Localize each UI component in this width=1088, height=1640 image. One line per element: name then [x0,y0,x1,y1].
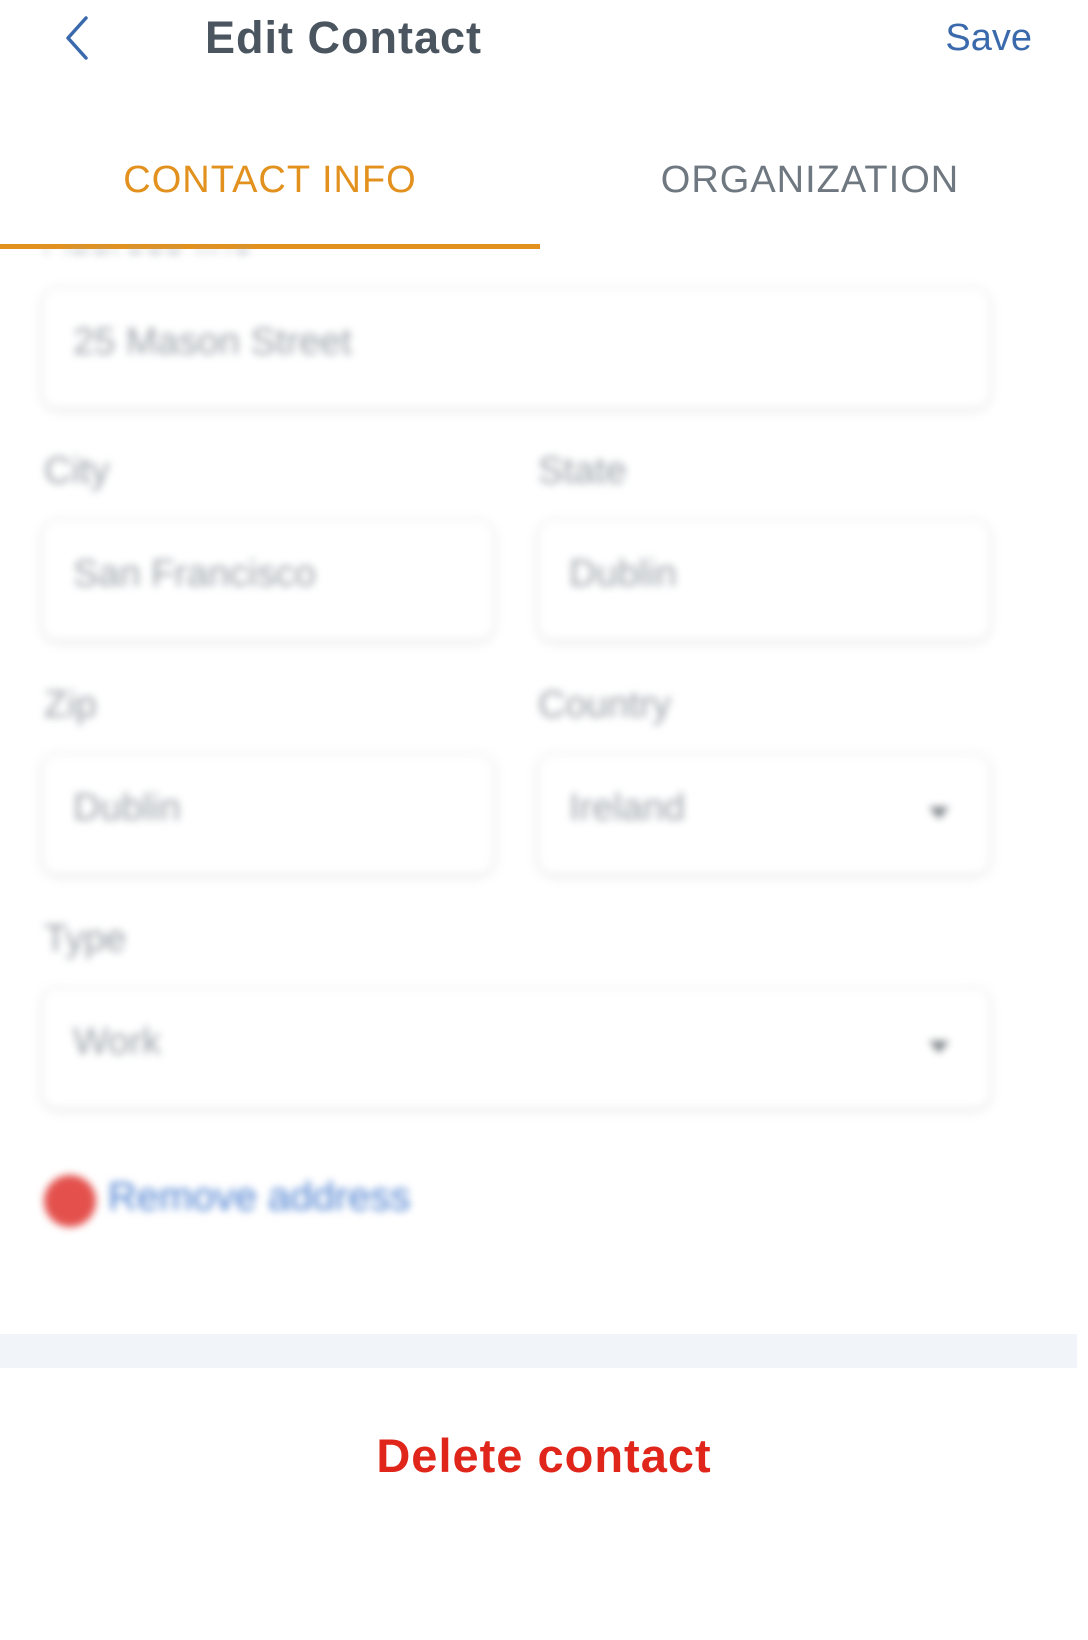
zip-value: Dublin [73,787,181,829]
remove-address-link[interactable]: Remove address [108,1175,410,1220]
remove-icon[interactable] [44,1175,96,1227]
city-label: City [44,450,110,492]
chevron-down-icon [929,807,949,819]
state-field[interactable]: Dublin [538,520,990,640]
country-select[interactable]: Ireland [538,754,990,874]
section-divider [0,1334,1077,1368]
address-line-value: 25 Mason Street [73,321,352,363]
top-bar: Edit Contact Save [0,0,1088,80]
type-label: Type [44,918,127,960]
state-label: State [538,450,627,492]
type-select[interactable]: Work [42,988,990,1108]
city-field[interactable]: San Francisco [42,520,494,640]
zip-field[interactable]: Dublin [42,754,494,874]
chevron-down-icon [929,1041,949,1053]
city-value: San Francisco [73,553,316,595]
zip-label: Zip [44,684,97,726]
country-value: Ireland [569,787,686,829]
address-form: Address line 25 Mason Street City State … [0,250,1088,1290]
delete-contact-button[interactable]: Delete contact [0,1428,1088,1483]
state-value: Dublin [569,553,677,595]
tab-organization[interactable]: ORGANIZATION [540,140,1080,246]
save-button[interactable]: Save [945,10,1032,66]
active-tab-indicator [0,244,540,249]
page-title: Edit Contact [205,12,482,63]
tab-contact-info[interactable]: CONTACT INFO [0,140,540,246]
address-line-label: Address line [44,250,253,263]
type-value: Work [73,1021,161,1063]
country-label: Country [538,684,672,726]
tab-bar: CONTACT INFO ORGANIZATION [0,140,1088,250]
chevron-left-icon[interactable] [58,14,98,62]
address-line-field[interactable]: 25 Mason Street [42,288,990,408]
